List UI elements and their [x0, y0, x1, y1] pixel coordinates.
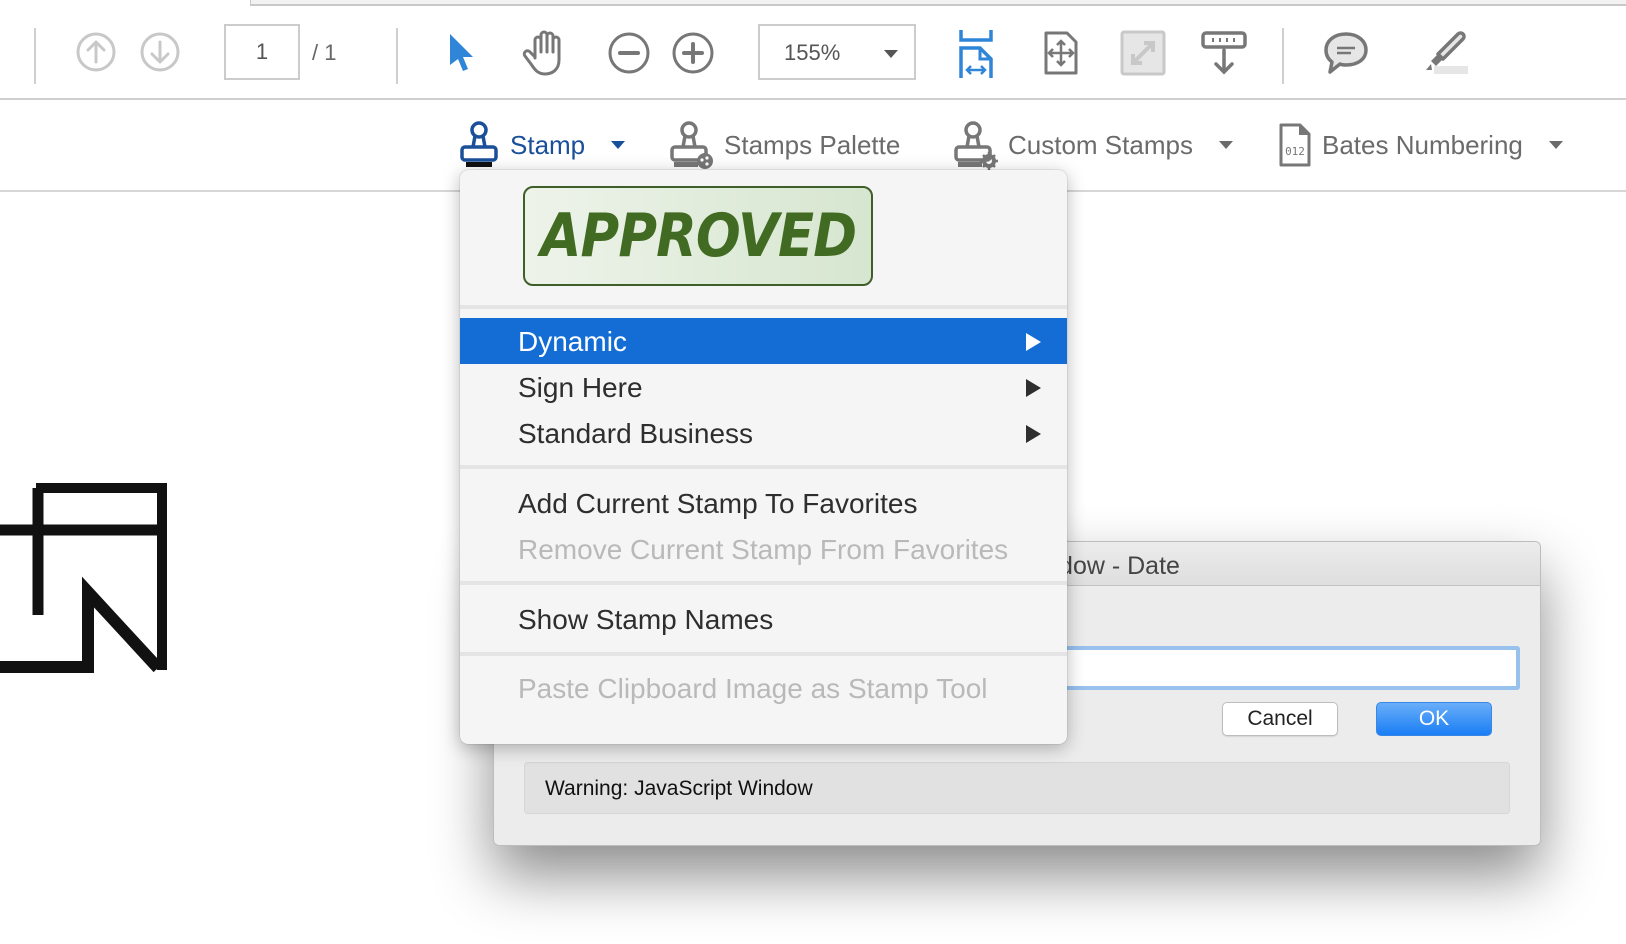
menu-separator: [460, 465, 1067, 469]
stamp-dropdown-menu: APPROVED Dynamic Sign Here Standard Busi…: [460, 170, 1067, 744]
scroll-mode-icon: [1201, 31, 1247, 75]
menu-separator: [460, 652, 1067, 656]
toolbar-divider: [1282, 28, 1284, 84]
stamps-palette-button[interactable]: Stamps Palette: [668, 118, 900, 172]
prev-page-button[interactable]: [74, 30, 118, 74]
stamp-button[interactable]: Stamp: [458, 118, 626, 172]
hand-tool-icon: [522, 30, 561, 76]
page-number-input[interactable]: 1: [224, 24, 300, 80]
chevron-down-icon[interactable]: [1218, 141, 1233, 149]
hand-tool-button[interactable]: [520, 28, 570, 78]
highlight-button[interactable]: [1420, 28, 1470, 78]
menu-item-paste-clipboard: Paste Clipboard Image as Stamp Tool: [460, 665, 1067, 711]
cancel-button[interactable]: Cancel: [1222, 702, 1338, 736]
main-toolbar: 1 / 1 155%: [0, 6, 1626, 100]
menu-item-show-stamp-names[interactable]: Show Stamp Names: [460, 596, 1067, 642]
menu-item-standard-business[interactable]: Standard Business: [460, 410, 1067, 456]
next-page-button[interactable]: [138, 30, 182, 74]
approved-stamp-preview[interactable]: APPROVED: [523, 186, 873, 286]
stamps-palette-icon: [670, 121, 713, 169]
menu-item-label: Dynamic: [518, 326, 627, 357]
fit-page-button[interactable]: [1042, 28, 1080, 78]
chevron-down-icon[interactable]: [611, 141, 626, 149]
stamp-label: Stamp: [510, 129, 586, 160]
select-arrow-icon: [450, 34, 473, 71]
menu-item-remove-favorites: Remove Current Stamp From Favorites: [460, 526, 1067, 572]
zoom-level-dropdown[interactable]: 155%: [758, 24, 916, 80]
page-current-value: 1: [255, 39, 269, 64]
zoom-level-value: 155%: [784, 40, 841, 65]
chevron-down-icon[interactable]: [1548, 141, 1563, 149]
submenu-arrow-icon: [1026, 379, 1041, 397]
stamp-icon: [460, 121, 498, 167]
chevron-down-icon: [884, 50, 898, 58]
zoom-out-button[interactable]: [606, 30, 652, 76]
svg-text:012: 012: [1285, 145, 1305, 158]
stamps-palette-label: Stamps Palette: [724, 129, 901, 160]
submenu-arrow-icon: [1026, 333, 1041, 351]
ok-button[interactable]: OK: [1376, 702, 1492, 736]
app-window: 1 / 1 155% Stamp Stamps Palette Custom S…: [0, 0, 1626, 944]
fit-width-button[interactable]: [956, 26, 996, 80]
full-screen-button[interactable]: [1120, 30, 1166, 76]
menu-item-label: Show Stamp Names: [518, 604, 774, 635]
zoom-out-icon: [608, 32, 650, 74]
zoom-in-icon: [672, 32, 714, 74]
highlight-icon: [1426, 31, 1468, 74]
bates-numbering-icon: 012: [1279, 123, 1311, 167]
page-total: / 1: [312, 40, 337, 65]
menu-separator: [460, 305, 1067, 309]
comment-icon: [1324, 32, 1368, 74]
menu-item-sign-here[interactable]: Sign Here: [460, 364, 1067, 410]
custom-stamps-button[interactable]: Custom Stamps: [952, 118, 1233, 172]
bates-numbering-button[interactable]: 012 Bates Numbering: [1278, 118, 1563, 172]
select-tool-button[interactable]: [444, 30, 480, 76]
custom-stamps-icon: [954, 121, 998, 170]
menu-item-label: Sign Here: [518, 372, 643, 403]
menu-item-label: Remove Current Stamp From Favorites: [518, 534, 1009, 565]
toolbar-divider: [34, 28, 36, 84]
menu-item-label: Standard Business: [518, 418, 754, 449]
zoom-in-button[interactable]: [670, 30, 716, 76]
prev-page-icon: [76, 32, 116, 72]
warning-text: Warning: JavaScript Window: [545, 777, 813, 800]
custom-stamps-label: Custom Stamps: [1008, 129, 1193, 160]
full-screen-icon: [1120, 30, 1166, 76]
submenu-arrow-icon: [1026, 425, 1041, 443]
comment-button[interactable]: [1322, 30, 1370, 76]
toolbar-divider: [396, 28, 398, 84]
date-input[interactable]: [1034, 646, 1520, 690]
menu-item-dynamic[interactable]: Dynamic: [460, 318, 1067, 364]
menu-separator: [460, 581, 1067, 585]
menu-item-label: Add Current Stamp To Favorites: [518, 488, 918, 519]
javascript-warning-bar: Warning: JavaScript Window: [524, 762, 1510, 814]
bates-numbering-label: Bates Numbering: [1322, 129, 1523, 160]
scroll-mode-button[interactable]: [1200, 30, 1248, 76]
fit-page-icon: [1044, 31, 1078, 75]
document-scanned-glyph: [0, 483, 167, 673]
menu-item-label: Paste Clipboard Image as Stamp Tool: [518, 673, 988, 704]
stamp-preview-text: APPROVED: [540, 201, 857, 271]
fit-width-icon: [959, 30, 993, 78]
next-page-icon: [140, 32, 180, 72]
menu-item-add-favorites[interactable]: Add Current Stamp To Favorites: [460, 480, 1067, 526]
